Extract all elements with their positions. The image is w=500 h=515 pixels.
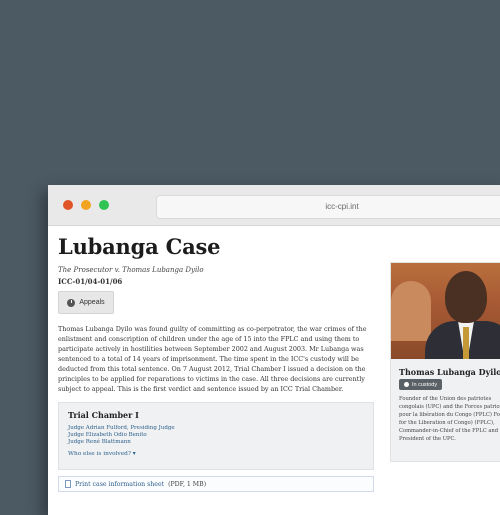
who-else-involved-link[interactable]: Who else is involved? ▾ (68, 451, 136, 457)
appeals-button[interactable]: Appeals (58, 291, 114, 314)
judge-link[interactable]: Judge Elizabeth Odio Benito (68, 432, 147, 438)
browser-window: icc-cpi.int Lubanga Case The Prosecutor … (48, 185, 500, 515)
minimize-window-button[interactable] (81, 200, 91, 210)
address-bar[interactable]: icc-cpi.int (156, 195, 500, 219)
maximize-window-button[interactable] (99, 200, 109, 210)
page-title: Lubanga Case (58, 234, 221, 259)
status-icon (404, 382, 409, 387)
browser-titlebar: icc-cpi.int (48, 185, 500, 226)
chamber-box: Trial Chamber I Judge Adrian Fulford, Pr… (58, 402, 374, 470)
appeals-button-label: Appeals (79, 299, 105, 306)
clock-icon (67, 298, 76, 307)
close-window-button[interactable] (63, 200, 73, 210)
document-icon (65, 480, 71, 488)
profile-card: Thomas Lubanga Dyilo In custody Founder … (390, 262, 500, 462)
profile-name: Thomas Lubanga Dyilo (399, 367, 500, 377)
case-subtitle: The Prosecutor v. Thomas Lubanga Dyilo (58, 266, 204, 274)
judge-link[interactable]: Judge René Blattmann (68, 439, 131, 445)
print-sheet-size: (PDF, 1 MB) (168, 480, 207, 488)
status-badge: In custody (399, 379, 443, 390)
print-sheet-link[interactable]: Print case information sheet (PDF, 1 MB) (58, 476, 374, 492)
status-label: In custody (412, 381, 438, 388)
print-sheet-label: Print case information sheet (75, 480, 165, 488)
case-summary: Thomas Lubanga Dyilo was found guilty of… (58, 325, 367, 393)
profile-description: Founder of the Union des patriotes congo… (399, 396, 500, 442)
profile-photo (391, 263, 500, 359)
chamber-title: Trial Chamber I (68, 410, 139, 420)
page-content: Lubanga Case The Prosecutor v. Thomas Lu… (48, 226, 500, 515)
judge-link[interactable]: Judge Adrian Fulford, Presiding Judge (68, 425, 175, 431)
case-number: ICC-01/04-01/06 (58, 277, 123, 286)
